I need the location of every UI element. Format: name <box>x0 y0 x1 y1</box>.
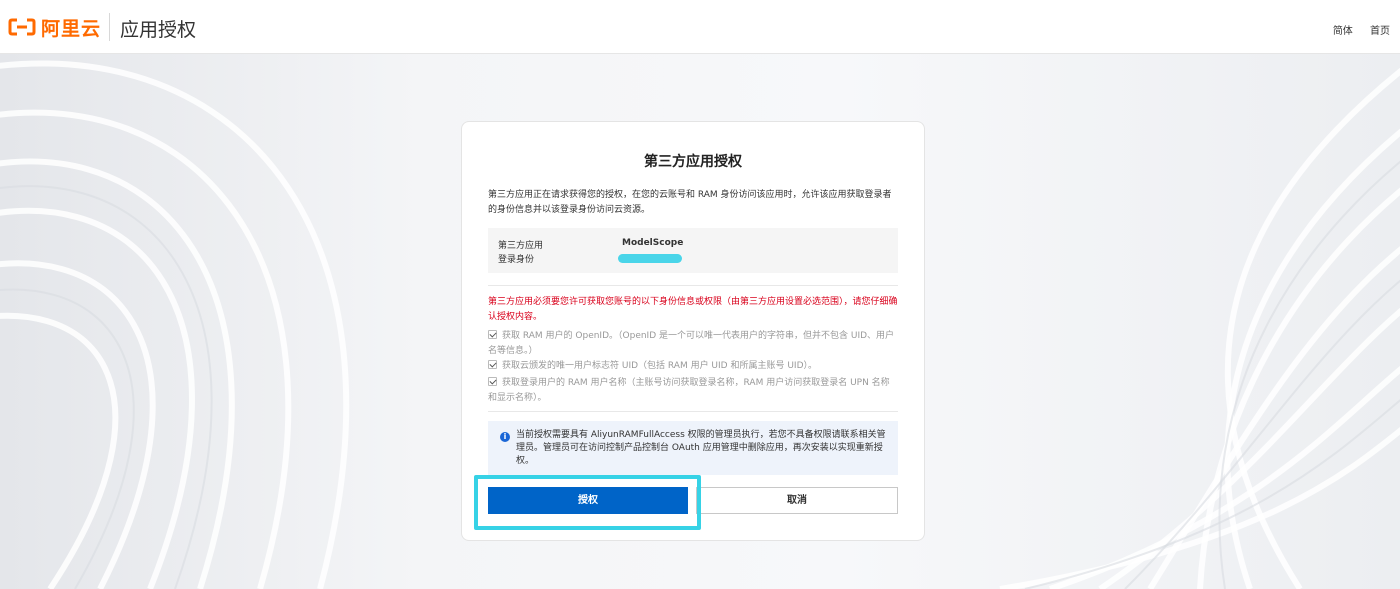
permission-item-username: 获取登录用户的 RAM 用户名称（主账号访问获取登录名称，RAM 用户访问获取登… <box>488 376 898 406</box>
aliyun-logo[interactable]: 阿里云 <box>8 14 101 40</box>
home-link[interactable]: 首页 <box>1370 26 1390 37</box>
permission-label: 获取云颁发的唯一用户标志符 UID（包括 RAM 用户 UID 和所属主账号 U… <box>502 361 817 371</box>
redacted-identity <box>618 254 682 263</box>
page-title: 应用授权 <box>120 19 197 41</box>
divider <box>488 411 898 412</box>
authorization-description: 第三方应用正在请求获得您的授权，在您的云账号和 RAM 身份访问该应用时，允许该… <box>488 190 892 215</box>
divider <box>488 285 898 286</box>
permission-item-openid: 获取 RAM 用户的 OpenID。（OpenID 是一个可以唯一代表用户的字符… <box>488 329 898 359</box>
notice-text: 当前授权需要具有 AliyunRAMFullAccess 权限的管理员执行，若您… <box>516 430 886 466</box>
identity-label: 登录身份 <box>498 255 535 265</box>
header-divider <box>109 13 110 41</box>
header-links: 简体 首页 <box>1319 22 1390 37</box>
admin-notice: i 当前授权需要具有 AliyunRAMFullAccess 权限的管理员执行，… <box>488 421 898 475</box>
info-icon: i <box>500 432 510 442</box>
app-info-box: 第三方应用 登录身份 ModelScope <box>488 228 898 273</box>
top-header: 阿里云 应用授权 简体 首页 <box>0 0 1400 54</box>
language-switch[interactable]: 简体 <box>1333 26 1353 37</box>
card-title: 第三方应用授权 <box>644 154 742 170</box>
highlight-box <box>474 475 701 530</box>
checkbox-checked-icon[interactable] <box>488 377 497 386</box>
cancel-button[interactable]: 取消 <box>696 487 898 514</box>
permission-label: 获取登录用户的 RAM 用户名称（主账号访问获取登录名称，RAM 用户访问获取登… <box>488 378 890 403</box>
checkbox-checked-icon[interactable] <box>488 360 497 369</box>
logo-text: 阿里云 <box>41 17 102 40</box>
warning-text: 第三方应用必须要您许可获取您账号的以下身份信息或权限（由第三方应用设置必选范围）… <box>488 297 898 322</box>
permission-label: 获取 RAM 用户的 OpenID。（OpenID 是一个可以唯一代表用户的字符… <box>488 331 895 356</box>
app-name-value: ModelScope <box>622 238 684 248</box>
permission-item-uid: 获取云颁发的唯一用户标志符 UID（包括 RAM 用户 UID 和所属主账号 U… <box>488 359 898 374</box>
app-label: 第三方应用 <box>498 241 544 251</box>
checkbox-checked-icon[interactable] <box>488 330 497 339</box>
aliyun-logo-icon <box>8 18 36 36</box>
